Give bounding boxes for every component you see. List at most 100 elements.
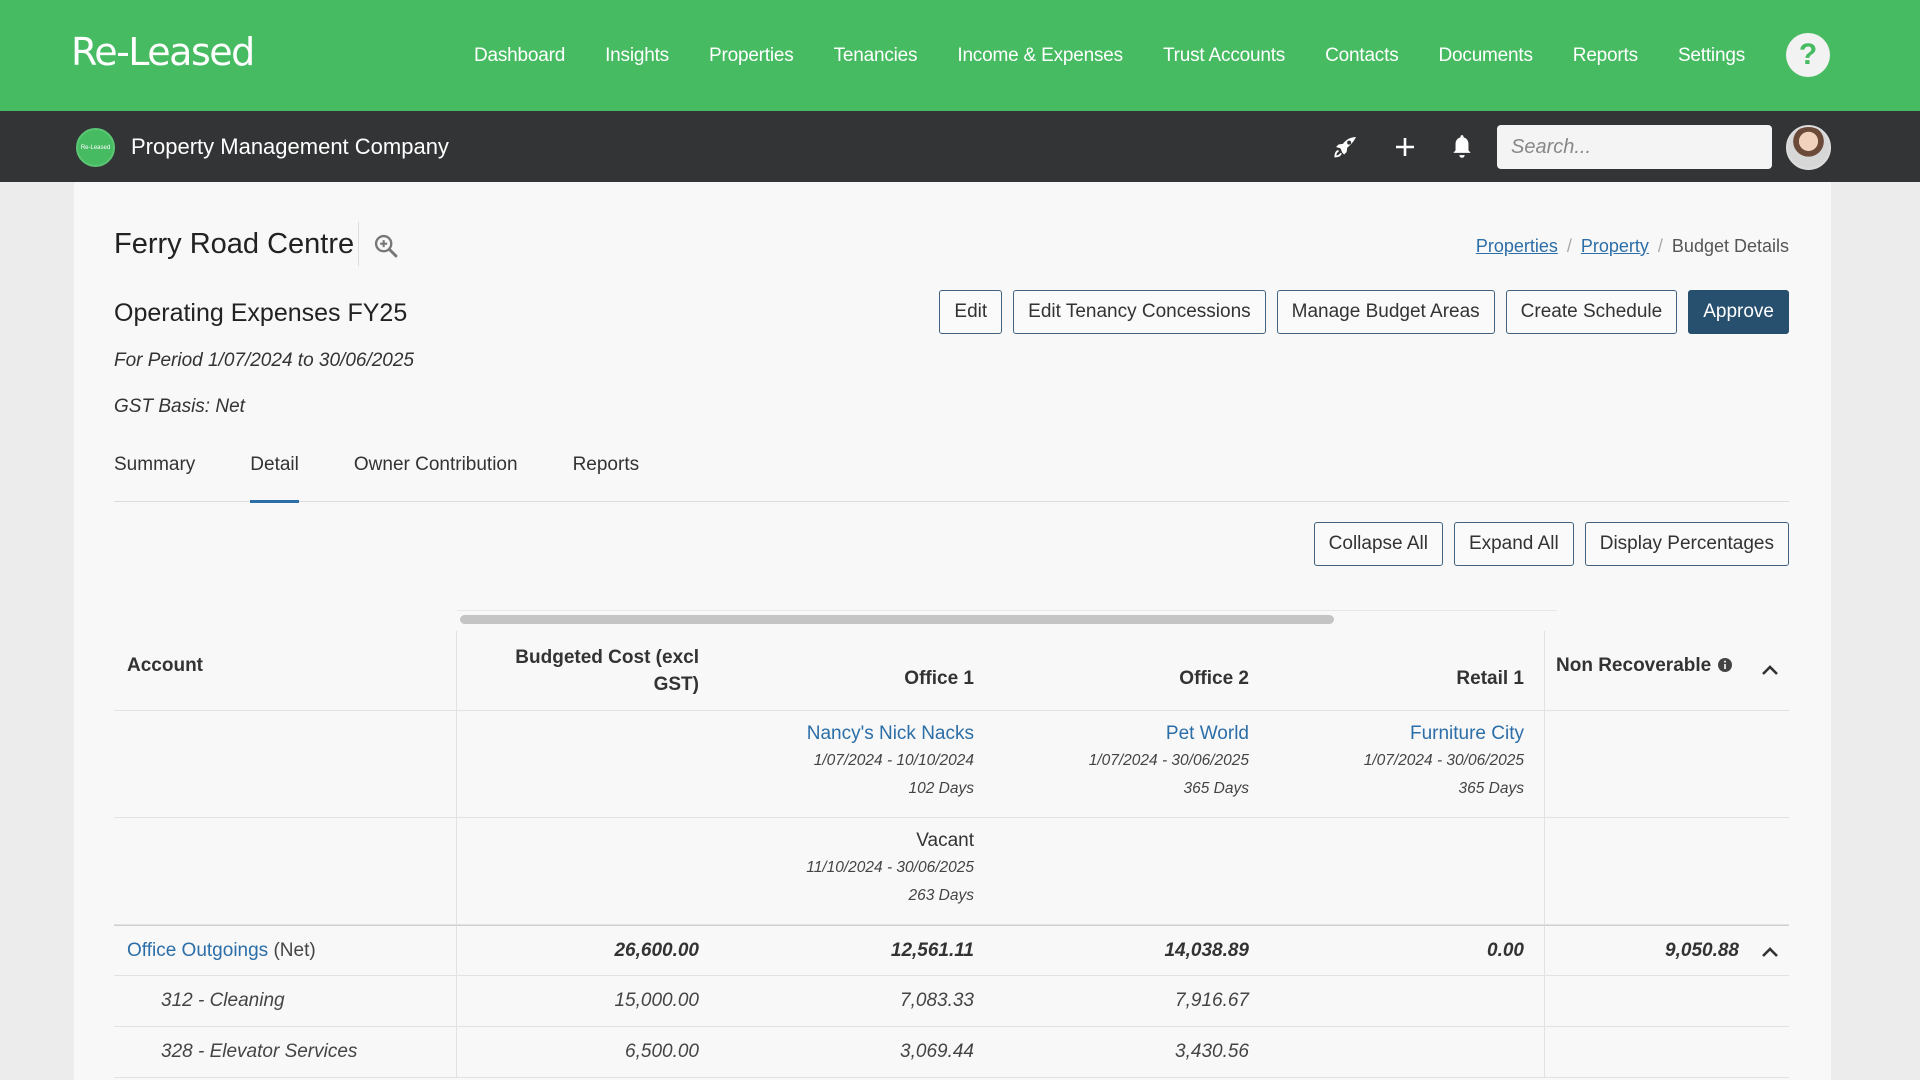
company-bar: Re-Leased Property Management Company [0,111,1920,182]
edit-button[interactable]: Edit [939,290,1003,334]
action-buttons: Edit Edit Tenancy Concessions Manage Bud… [939,290,1789,334]
tab-summary[interactable]: Summary [114,454,195,502]
column-divider [1544,631,1545,710]
header-office-2: Office 2 [1179,668,1249,689]
company-logo: Re-Leased [76,128,115,167]
tab-reports[interactable]: Reports [573,454,640,502]
nav-insights[interactable]: Insights [585,45,689,67]
edit-tenancy-concessions-button[interactable]: Edit Tenancy Concessions [1013,290,1266,334]
group-row-office-outgoings: Office Outgoings (Net) 26,600.00 12,561.… [114,925,1789,976]
group-basis: (Net) [273,940,316,961]
group-budgeted: 26,600.00 [614,940,699,961]
gst-basis: GST Basis: Net [114,396,245,417]
row-account: 328 - Elevator Services [161,1041,358,1062]
zoom-in-icon[interactable] [372,232,400,260]
title-divider [358,222,359,266]
nav-dashboard[interactable]: Dashboard [454,45,585,67]
group-name-link[interactable]: Office Outgoings [127,940,268,961]
row-office-1: 3,069.44 [900,1041,974,1062]
breadcrumb-separator: / [1657,236,1663,256]
chevron-up-icon[interactable] [1760,663,1780,677]
vacancy-office-1: Vacant 11/10/2024 - 30/06/2025 263 Days [724,830,974,910]
column-divider [456,631,457,710]
vacancy-dates: 11/10/2024 - 30/06/2025 [806,859,974,876]
scrollbar-thumb[interactable] [460,615,1334,624]
column-divider [456,711,457,817]
tenancy-dates: 1/07/2024 - 30/06/2025 [1363,752,1524,769]
header-retail-1: Retail 1 [1456,668,1524,689]
bell-icon[interactable] [1446,131,1478,163]
column-divider [456,1027,457,1077]
chevron-up-icon[interactable] [1760,945,1780,959]
header-budgeted-line2: GST) [653,674,699,695]
column-divider [1544,976,1545,1026]
collapse-all-button[interactable]: Collapse All [1313,522,1443,566]
tenant-link[interactable]: Furniture City [1410,723,1524,744]
group-office-2: 14,038.89 [1164,940,1249,961]
company-name[interactable]: Property Management Company [131,134,449,160]
group-non-recoverable: 9,050.88 [1665,940,1739,961]
column-divider [456,926,457,975]
tenancy-office-2: Pet World 1/07/2024 - 30/06/2025 365 Day… [999,723,1249,803]
nav-tenancies[interactable]: Tenancies [814,45,938,67]
breadcrumb-property[interactable]: Property [1581,236,1649,257]
info-icon[interactable] [1717,657,1733,673]
column-divider [1544,818,1545,924]
main-nav: Dashboard Insights Properties Tenancies … [454,0,1765,111]
nav-trust-accounts[interactable]: Trust Accounts [1143,45,1305,67]
tenancy-retail-1: Furniture City 1/07/2024 - 30/06/2025 36… [1274,723,1524,803]
tenancy-dates: 1/07/2024 - 30/06/2025 [1088,752,1249,769]
display-percentages-button[interactable]: Display Percentages [1584,522,1789,566]
tenancy-office-1: Nancy's Nick Nacks 1/07/2024 - 10/10/202… [724,723,974,803]
top-nav-bar: Re-Leased Dashboard Insights Properties … [0,0,1920,111]
tenant-link[interactable]: Pet World [1166,723,1249,744]
nav-properties[interactable]: Properties [689,45,814,67]
table-row: 328 - Elevator Services 6,500.00 3,069.4… [114,1027,1789,1078]
breadcrumb-properties[interactable]: Properties [1476,236,1558,257]
row-office-1: 7,083.33 [900,990,974,1011]
user-avatar[interactable] [1786,125,1831,170]
header-non-recoverable-label: Non Recoverable [1556,655,1712,676]
search-input[interactable] [1497,125,1772,169]
nav-reports[interactable]: Reports [1553,45,1658,67]
create-schedule-button[interactable]: Create Schedule [1505,290,1678,334]
nav-documents[interactable]: Documents [1419,45,1553,67]
row-account: 312 - Cleaning [161,990,285,1011]
budget-table: Account Budgeted Cost (excl GST) Office … [114,631,1789,1078]
tenant-link[interactable]: Nancy's Nick Nacks [807,723,974,744]
manage-budget-areas-button[interactable]: Manage Budget Areas [1276,290,1495,334]
nav-settings[interactable]: Settings [1658,45,1765,67]
nav-income-expenses[interactable]: Income & Expenses [937,45,1143,67]
nav-contacts[interactable]: Contacts [1305,45,1418,67]
tenancy-row: Nancy's Nick Nacks 1/07/2024 - 10/10/202… [114,711,1789,818]
row-budgeted: 6,500.00 [625,1041,699,1062]
column-divider [456,818,457,924]
app-logo[interactable]: Re-Leased [71,30,255,74]
rocket-icon[interactable] [1330,131,1362,163]
tenancy-days: 365 Days [1458,780,1524,797]
header-budgeted-line1: Budgeted Cost (excl [515,647,699,668]
breadcrumb-current: Budget Details [1671,236,1789,256]
tenancy-days: 102 Days [908,780,974,797]
header-non-recoverable: Non Recoverable [1556,655,1733,677]
budget-details-card: Ferry Road Centre Properties / Property … [74,182,1831,1080]
tab-owner-contribution[interactable]: Owner Contribution [354,454,518,502]
header-account: Account [127,655,203,676]
group-retail-1: 0.00 [1487,940,1524,961]
column-divider [1544,1027,1545,1077]
page-title: Ferry Road Centre [114,228,355,260]
column-divider [1544,711,1545,817]
group-account: Office Outgoings (Net) [127,940,316,962]
column-divider [456,976,457,1026]
table-tools: Collapse All Expand All Display Percenta… [1313,522,1789,566]
help-icon[interactable]: ? [1786,33,1830,77]
plus-icon[interactable] [1389,131,1421,163]
expand-all-button[interactable]: Expand All [1453,522,1574,566]
approve-button[interactable]: Approve [1688,290,1789,334]
tab-detail[interactable]: Detail [250,454,299,503]
budget-tabs: Summary Detail Owner Contribution Report… [114,454,1789,503]
horizontal-scrollbar[interactable] [457,610,1557,624]
group-office-1: 12,561.11 [890,940,974,961]
table-row: 312 - Cleaning 15,000.00 7,083.33 7,916.… [114,976,1789,1027]
table-header-row: Account Budgeted Cost (excl GST) Office … [114,631,1789,711]
